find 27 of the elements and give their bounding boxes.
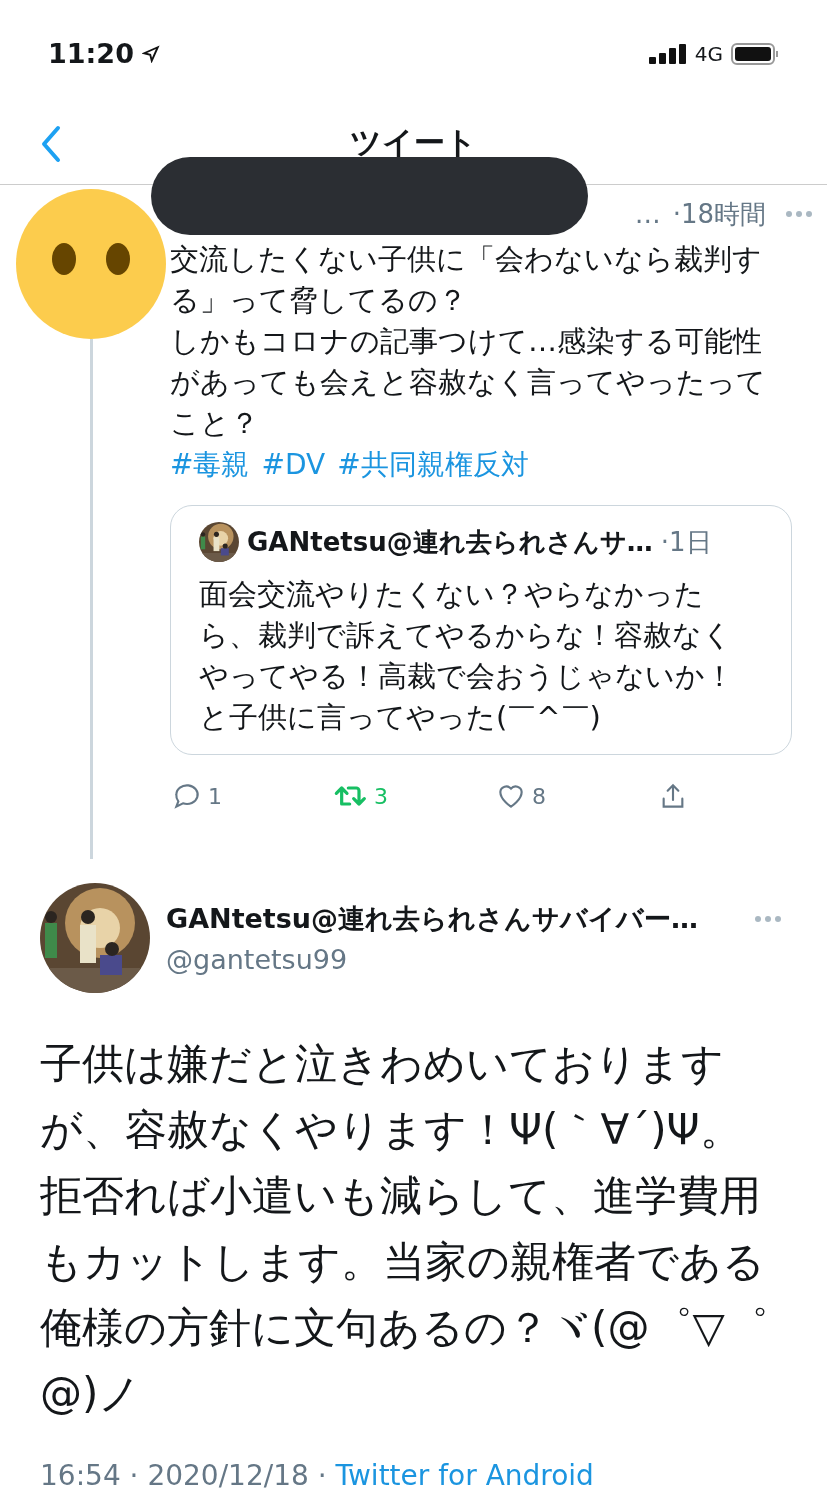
clock: 11:20 bbox=[48, 36, 134, 71]
signal-icon bbox=[648, 44, 687, 64]
page-title: ツイート bbox=[350, 122, 477, 162]
quote-author-name: GANtetsu@連れ去られさんサ… bbox=[247, 525, 653, 559]
like-button[interactable]: 8 bbox=[494, 779, 656, 813]
battery-icon bbox=[731, 42, 779, 66]
quote-time: ·1日 bbox=[660, 525, 712, 559]
tweet-timestamp: 16:54 · 2020/12/18 · bbox=[40, 1459, 328, 1492]
quoted-tweet-card[interactable]: GANtetsu@連れ去られさんサ… ·1日 面会交流やりたくない？やらなかったら、裁判で訴えてやるからな！容赦なくやってやる！高裁で会おうじゃないか！と子供に言ってやった(￣^￣) bbox=[170, 505, 792, 755]
emoji-avatar-icon bbox=[16, 189, 166, 339]
tweet-text: 子供は嫌だと泣きわめいておりますが、容赦なくやります！Ψ(｀∀´)Ψ。拒否れば小遣いも減らして、進学費用もカットします。当家の親権者である俺様の方針に文句あるの？ヾ(@゜▽゜@)ノ bbox=[39, 1038, 769, 1420]
chevron-left-icon bbox=[40, 124, 62, 164]
author-handle: @gantetsu99 bbox=[166, 942, 349, 977]
hashtag-link[interactable]: #DV bbox=[261, 444, 326, 485]
quote-text: 面会交流やりたくない？やらなかったら、裁判で訴えてやるからな！容赦なくやってやる！高裁で会おうじゃないか！と子供に言ってやった(￣^￣) bbox=[199, 576, 735, 736]
hashtag-link[interactable]: #共同親権反対 bbox=[337, 444, 529, 485]
retweet-button[interactable]: 3 bbox=[332, 779, 494, 813]
tweet-text: 交流したくない子供に「会わないなら裁判する」って脅してるの？ bbox=[170, 241, 763, 319]
author-name: GANtetsu@連れ去られさんサバイバー… bbox=[166, 902, 699, 936]
author-fragment: … bbox=[634, 197, 661, 231]
hashtag-link[interactable]: #毒親 bbox=[170, 444, 250, 485]
reply-button[interactable]: 1 bbox=[170, 779, 332, 813]
tweet-text: しかもコロナの記事つけて…感染する可能性があっても会えと容赦なく言ってやったってこと？ bbox=[170, 323, 767, 442]
source-link[interactable]: Twitter for Android bbox=[335, 1459, 594, 1492]
network-label: 4G bbox=[694, 41, 723, 68]
location-arrow-icon bbox=[141, 45, 160, 63]
tweet-time: ·18時間 bbox=[672, 197, 766, 231]
